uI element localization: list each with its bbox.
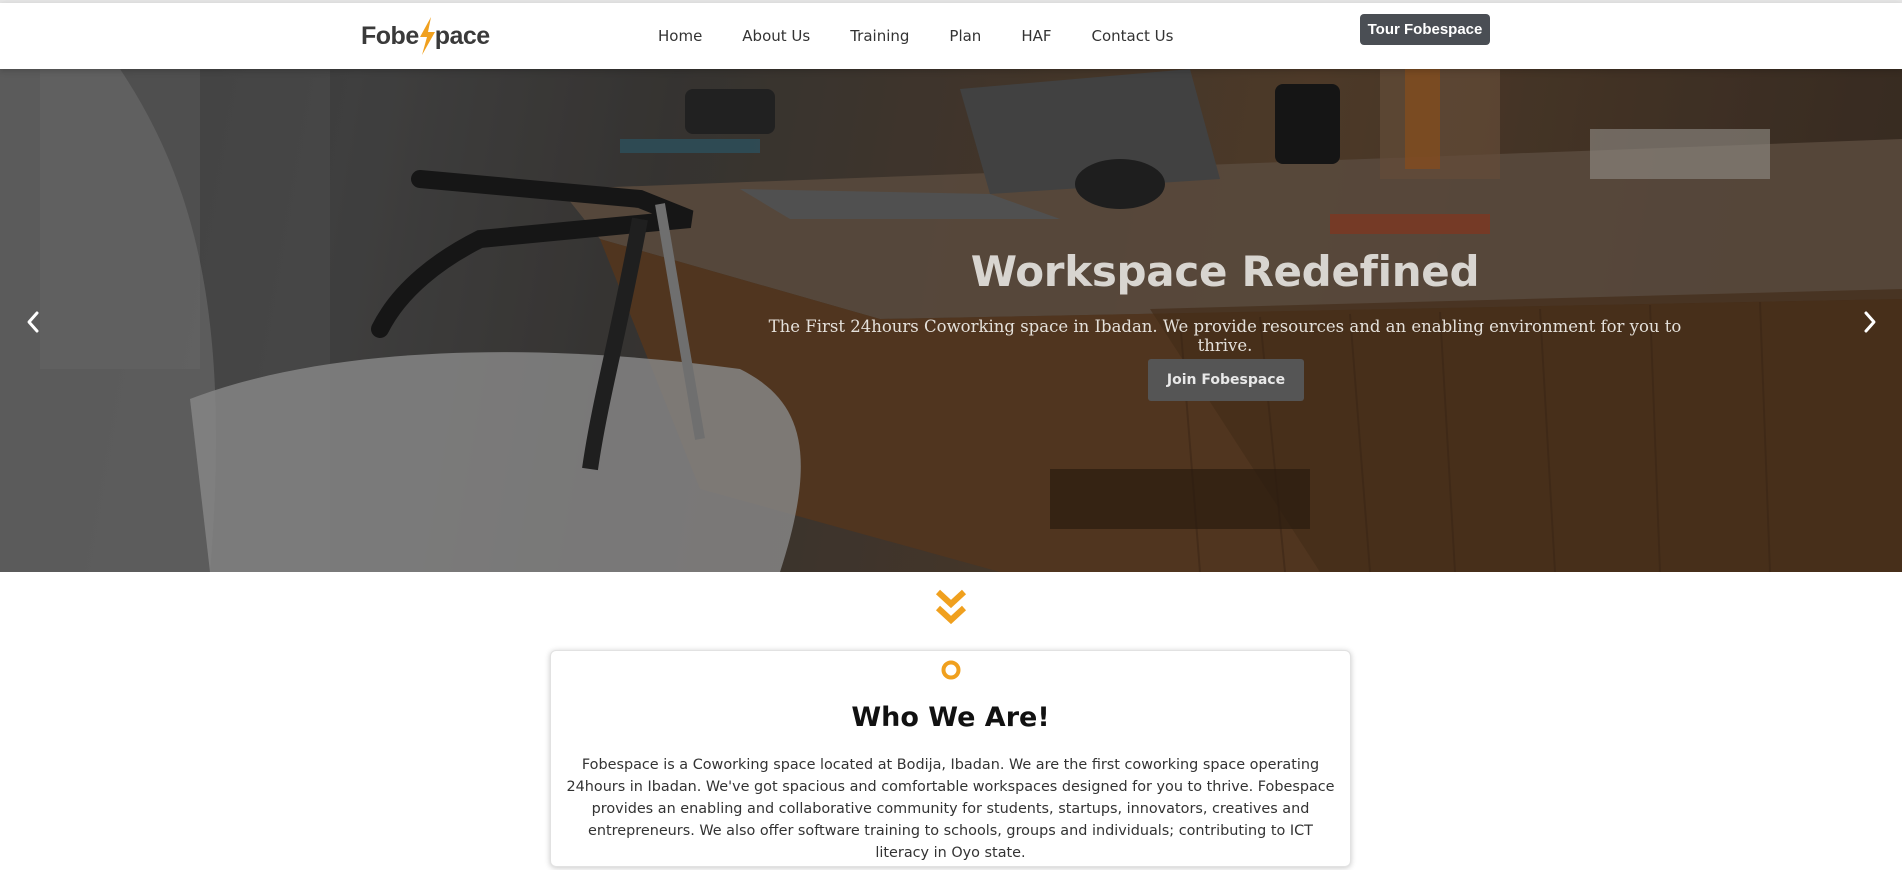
nav-haf[interactable]: HAF bbox=[1021, 27, 1051, 45]
about-title: Who We Are! bbox=[851, 702, 1050, 733]
nav-contact-us[interactable]: Contact Us bbox=[1092, 27, 1174, 45]
nav-plan[interactable]: Plan bbox=[949, 27, 981, 45]
carousel-prev[interactable] bbox=[13, 297, 53, 347]
carousel-next[interactable] bbox=[1850, 297, 1890, 347]
circle-dot-icon bbox=[941, 660, 961, 680]
lightning-bolt-icon bbox=[419, 17, 435, 55]
hero-title: Workspace Redefined bbox=[970, 247, 1480, 296]
main-nav: Home About Us Training Plan HAF Contact … bbox=[658, 3, 1213, 69]
chevron-right-icon bbox=[1864, 311, 1876, 333]
nav-training[interactable]: Training bbox=[850, 27, 909, 45]
hero-carousel: Workspace Redefined The First 24hours Co… bbox=[0, 69, 1902, 572]
chevron-left-icon bbox=[27, 311, 39, 333]
nav-about-us[interactable]: About Us bbox=[742, 27, 810, 45]
logo-text-prefix: Fobe bbox=[361, 21, 419, 50]
tour-fobespace-button[interactable]: Tour Fobespace bbox=[1360, 14, 1490, 45]
hero-subtitle: The First 24hours Coworking space in Iba… bbox=[768, 317, 1682, 355]
scroll-down-button[interactable] bbox=[934, 588, 968, 628]
logo[interactable]: Fobe pace bbox=[361, 17, 490, 55]
nav-home[interactable]: Home bbox=[658, 27, 702, 45]
about-text: Fobespace is a Coworking space located a… bbox=[566, 757, 1335, 861]
join-fobespace-button[interactable]: Join Fobespace bbox=[1148, 359, 1304, 401]
logo-text-suffix: pace bbox=[434, 21, 490, 50]
about-card: Who We Are! Fobespace is a Coworking spa… bbox=[550, 650, 1351, 867]
double-chevron-down-icon bbox=[935, 589, 967, 625]
navbar: Fobe pace Home About Us Training Plan HA… bbox=[0, 3, 1902, 69]
